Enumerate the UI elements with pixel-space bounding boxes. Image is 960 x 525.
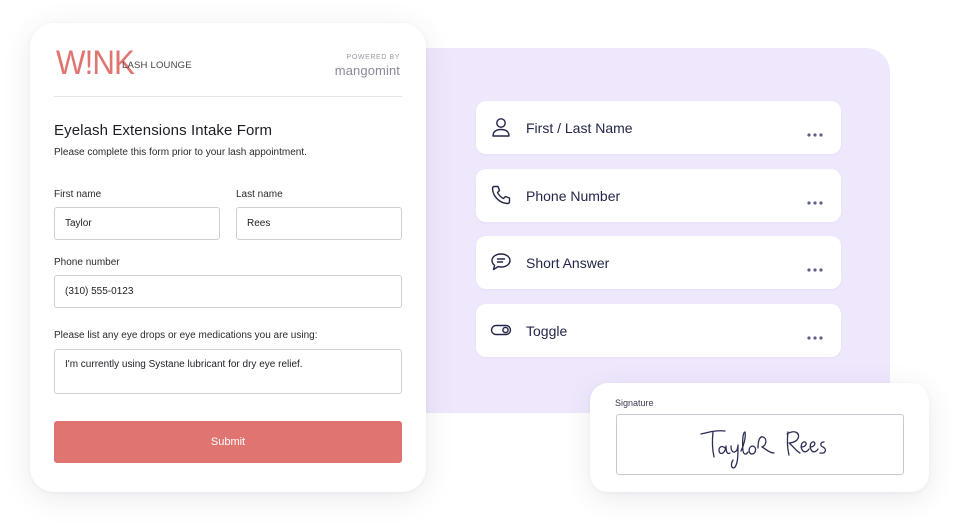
person-icon [490,116,512,138]
field-type-label: Short Answer [526,254,610,271]
more-options-icon[interactable] [807,125,823,137]
field-type-short-answer[interactable]: Short Answer [476,236,841,289]
more-options-icon[interactable] [807,328,823,340]
more-options-icon[interactable] [807,260,823,272]
last-name-label: Last name [236,189,283,200]
medications-label: Please list any eye drops or eye medicat… [54,330,318,341]
mangomint-logo: mangomint [334,63,400,78]
powered-by-label: POWERED BY [346,54,400,61]
first-name-input[interactable]: Taylor [54,207,220,240]
signature-label: Signature [615,398,654,408]
brand-header: W!NK LASH LOUNGE POWERED BY mangomint [56,46,400,86]
field-type-label: First / Last Name [526,119,633,136]
submit-button[interactable]: Submit [54,421,402,463]
signature-card: Signature [590,383,929,492]
speech-bubble-icon [490,251,512,273]
intake-form-card: W!NK LASH LOUNGE POWERED BY mangomint Ey… [30,23,426,492]
signature-pad[interactable] [616,414,904,475]
form-title: Eyelash Extensions Intake Form [54,122,273,139]
header-divider [54,96,402,97]
field-type-toggle[interactable]: Toggle [476,304,841,357]
field-type-label: Toggle [526,322,568,339]
more-options-icon[interactable] [807,193,823,205]
field-type-name[interactable]: First / Last Name [476,101,841,154]
last-name-input[interactable]: Rees [236,207,402,240]
form-subtitle: Please complete this form prior to your … [54,147,307,158]
phone-label: Phone number [54,257,120,268]
signature-drawing [700,430,827,469]
phone-input[interactable]: (310) 555-0123 [54,275,402,308]
field-type-phone[interactable]: Phone Number [476,169,841,222]
toggle-icon [490,319,512,341]
field-type-label: Phone Number [526,187,621,204]
phone-icon [490,184,512,206]
brand-tagline: LASH LOUNGE [122,60,192,71]
medications-textarea[interactable]: I'm currently using Systane lubricant fo… [54,349,402,394]
first-name-label: First name [54,189,102,200]
